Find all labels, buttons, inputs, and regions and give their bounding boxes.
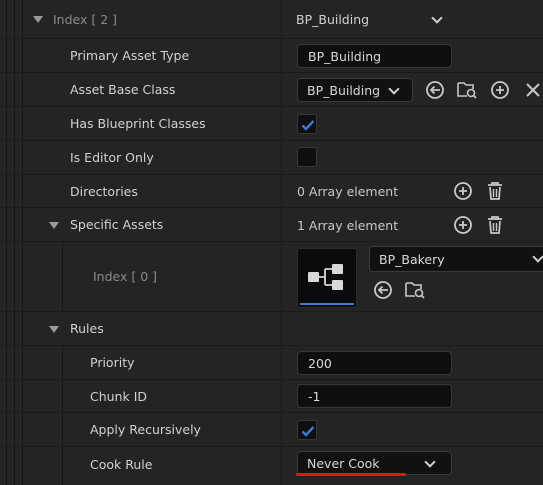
specific-asset-picker[interactable]: BP_Bakery	[369, 246, 543, 272]
has-blueprint-classes-row: Has Blueprint Classes	[0, 107, 543, 141]
cook-rule-label: Cook Rule	[90, 456, 153, 472]
rules-label: Rules	[70, 321, 104, 336]
trash-icon[interactable]	[484, 214, 506, 236]
index-value: BP_Building	[296, 12, 370, 27]
clear-icon[interactable]	[522, 79, 543, 101]
directories-row: Directories 0 Array element	[0, 175, 543, 208]
collapse-arrow-icon[interactable]	[49, 326, 59, 333]
chevron-down-icon[interactable]	[431, 12, 443, 24]
browse-back-icon[interactable]	[424, 79, 446, 101]
specific-asset-value: BP_Bakery	[379, 251, 445, 267]
apply-recursively-row: Apply Recursively	[0, 413, 543, 447]
is-editor-only-label: Is Editor Only	[70, 150, 154, 165]
priority-row: Priority 200	[0, 346, 543, 380]
asset-base-class-row: Asset Base Class BP_Building	[0, 73, 543, 107]
blueprint-graph-icon	[308, 264, 343, 290]
chunk-id-input[interactable]: -1	[297, 384, 452, 408]
rules-row[interactable]: Rules	[0, 312, 543, 346]
asset-base-class-label: Asset Base Class	[70, 82, 176, 97]
primary-asset-type-label: Primary Asset Type	[70, 48, 190, 63]
cook-rule-row: Cook Rule Never Cook	[0, 447, 543, 485]
chunk-id-label: Chunk ID	[90, 388, 148, 404]
find-in-browser-icon[interactable]	[456, 79, 478, 101]
is-editor-only-checkbox[interactable]	[297, 147, 317, 167]
specific-assets-count: 1 Array element	[297, 217, 399, 233]
annotation-underline	[296, 473, 406, 476]
trash-icon[interactable]	[484, 180, 506, 202]
is-editor-only-row: Is Editor Only	[0, 141, 543, 175]
browse-back-icon[interactable]	[372, 279, 394, 301]
find-in-browser-icon[interactable]	[404, 279, 426, 301]
priority-input[interactable]: 200	[297, 351, 452, 375]
specific-assets-label: Specific Assets	[70, 217, 164, 232]
collapse-arrow-icon[interactable]	[49, 222, 59, 229]
priority-label: Priority	[90, 355, 135, 370]
specific-asset-element-row: Index [ 0 ] BP_Bakery	[0, 242, 543, 312]
chevron-down-icon	[532, 251, 543, 263]
has-blueprint-classes-checkbox[interactable]	[297, 114, 317, 134]
specific-assets-row[interactable]: Specific Assets 1 Array element	[0, 208, 543, 242]
add-element-icon[interactable]	[452, 214, 474, 236]
specific-asset-index-label: Index [ 0 ]	[93, 269, 158, 284]
checkmark-icon	[301, 426, 315, 437]
directories-count: 0 Array element	[297, 184, 399, 199]
directories-label: Directories	[70, 183, 138, 199]
asset-base-class-value: BP_Building	[307, 82, 381, 98]
primary-asset-type-input[interactable]: BP_Building	[297, 44, 452, 68]
has-blueprint-classes-label: Has Blueprint Classes	[70, 116, 206, 131]
primary-asset-type-row: Primary Asset Type BP_Building	[0, 39, 543, 73]
cook-rule-combo[interactable]: Never Cook	[297, 451, 452, 475]
index-label: Index [ 2 ]	[53, 11, 118, 27]
chunk-id-row: Chunk ID -1	[0, 380, 543, 413]
checkmark-icon	[301, 120, 315, 131]
asset-thumbnail[interactable]	[297, 248, 357, 308]
add-element-icon[interactable]	[452, 180, 474, 202]
chevron-down-icon	[388, 83, 400, 95]
collapse-arrow-icon[interactable]	[33, 16, 43, 23]
apply-recursively-label: Apply Recursively	[90, 422, 201, 437]
chevron-down-icon	[424, 456, 436, 468]
index-row[interactable]: Index [ 2 ] BP_Building	[0, 0, 543, 39]
details-panel: Index [ 2 ] BP_Building Primary Asset Ty…	[0, 0, 543, 485]
apply-recursively-checkbox[interactable]	[297, 420, 317, 440]
cook-rule-value: Never Cook	[307, 455, 380, 471]
add-icon[interactable]	[489, 79, 511, 101]
asset-base-class-combo[interactable]: BP_Building	[297, 78, 413, 102]
